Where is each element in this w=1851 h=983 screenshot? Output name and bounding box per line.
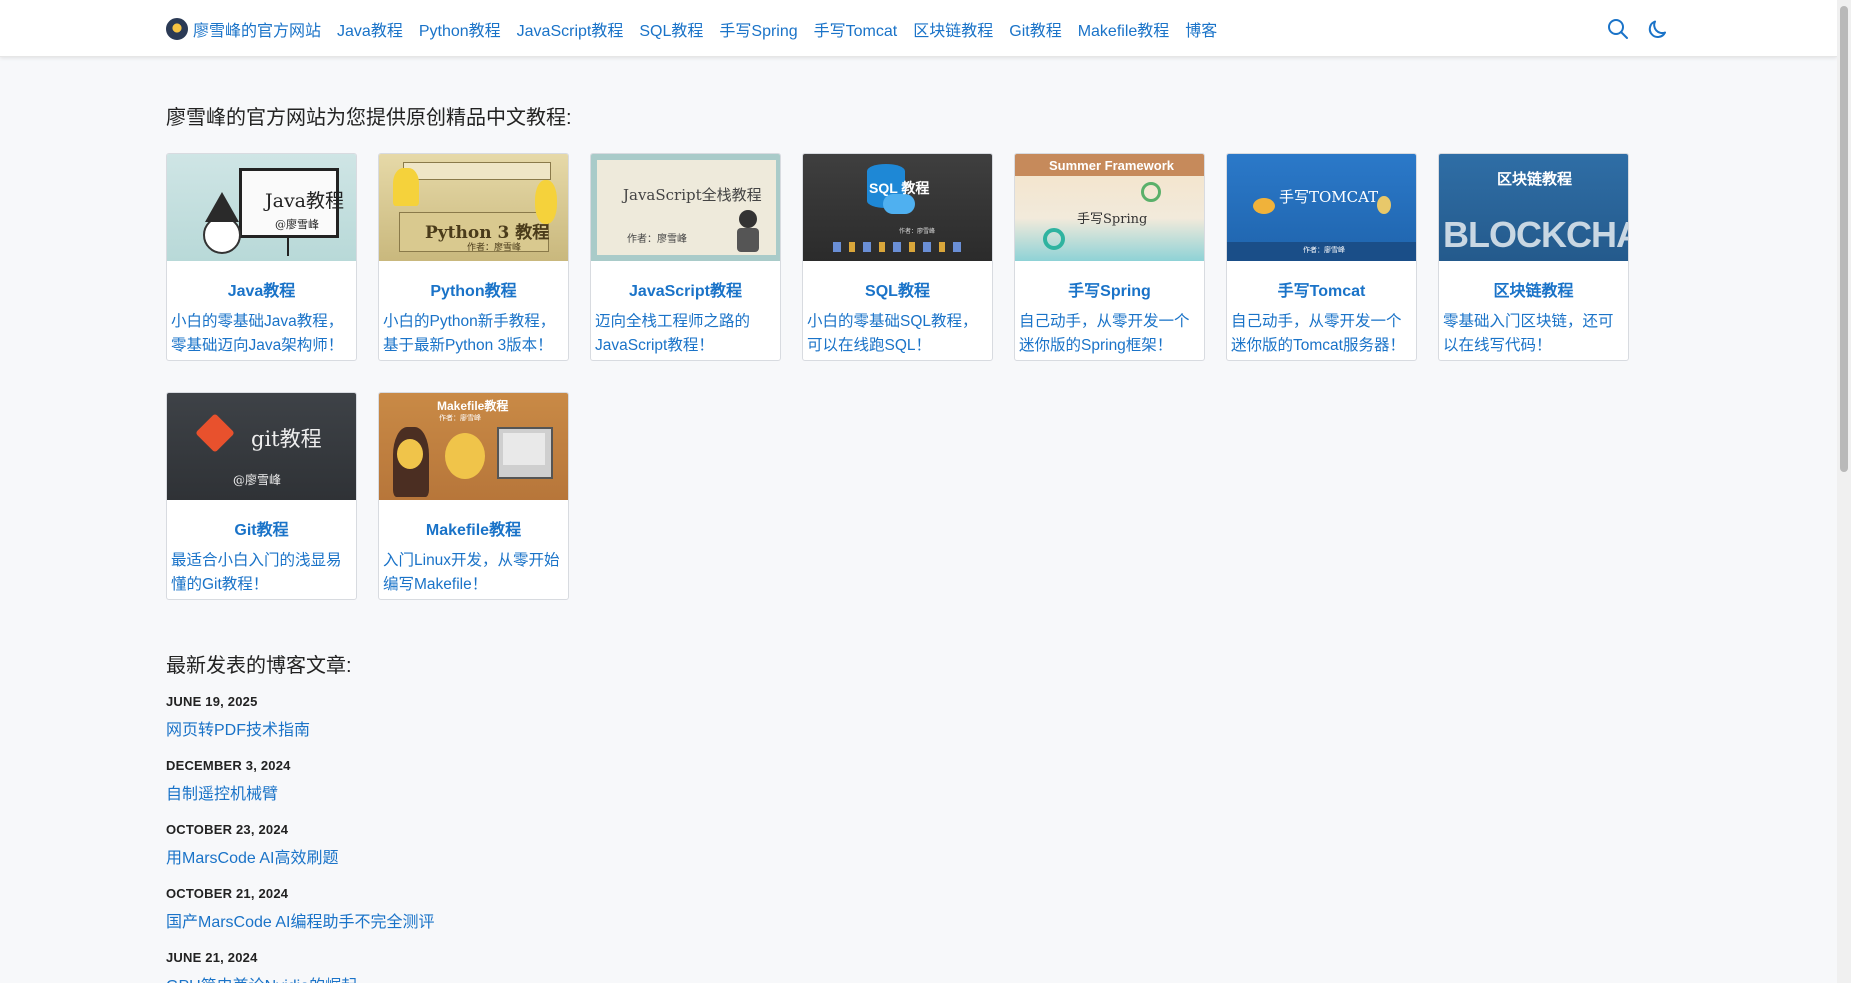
post-date: JUNE 19, 2025	[166, 694, 258, 709]
search-icon[interactable]	[1606, 17, 1630, 41]
course-desc: 自己动手，从零开发一个迷你版的Spring框架！	[1019, 313, 1190, 354]
course-image-makefile: Makefile教程 作者：廖雪峰	[379, 393, 568, 500]
course-title: Makefile教程	[425, 522, 522, 539]
nav-blockchain[interactable]: 区块链教程	[913, 17, 993, 41]
nav-javascript[interactable]: JavaScript教程	[517, 17, 624, 41]
moon-icon[interactable]	[1646, 17, 1670, 41]
post-link[interactable]: 自制遥控机械臂	[166, 780, 278, 804]
course-image-blockchain: 区块链教程 BLOCKCHAIN	[1439, 154, 1628, 261]
course-desc: 自己动手，从零开发一个迷你版的Tomcat服务器！	[1231, 313, 1405, 354]
scrollbar-thumb[interactable]	[1840, 6, 1848, 472]
intro-heading: 廖雪峰的官方网站为您提供原创精品中文教程:	[166, 107, 572, 129]
course-card-makefile[interactable]: Makefile教程 作者：廖雪峰 Makefile教程 入门Linux开发，从…	[378, 392, 569, 600]
course-card-blockchain[interactable]: 区块链教程 BLOCKCHAIN 区块链教程 零基础入门区块链，还可以在线写代码…	[1438, 153, 1629, 361]
post-link[interactable]: 网页转PDF技术指南	[166, 716, 310, 740]
course-image-sql: SQL 教程 作者：廖雪峰	[803, 154, 992, 261]
brand-name: 廖雪峰的官方网站	[193, 22, 322, 40]
course-image-java: Java教程 @廖雪峰	[167, 154, 356, 261]
post-link[interactable]: GPU简史兼论Nvidia的崛起	[166, 972, 357, 983]
course-card-tomcat[interactable]: 手写TOMCAT 作者：廖雪峰 手写Tomcat 自己动手，从零开发一个迷你版的…	[1226, 153, 1417, 361]
course-title: Java教程	[227, 283, 296, 300]
nav-tomcat[interactable]: 手写Tomcat	[814, 17, 898, 41]
course-desc: 迈向全栈工程师之路的JavaScript教程！	[595, 313, 751, 354]
site-logo	[166, 17, 188, 40]
nav-spring[interactable]: 手写Spring	[719, 17, 797, 41]
course-desc: 最适合小白入门的浅显易懂的Git教程！	[171, 552, 342, 593]
post-date: OCTOBER 21, 2024	[166, 886, 289, 901]
course-card-python[interactable]: Python 3 教程 作者：廖雪峰 Python教程 小白的Python新手教…	[378, 153, 569, 361]
course-card-javascript[interactable]: JavaScript全栈教程 作者：廖雪峰 JavaScript教程 迈向全栈工…	[590, 153, 781, 361]
nav-python[interactable]: Python教程	[419, 17, 501, 41]
course-card-spring[interactable]: Summer Framework 手写Spring 手写Spring 自己动手，…	[1014, 153, 1205, 361]
course-title: 区块链教程	[1493, 283, 1574, 300]
page-scrollbar[interactable]	[1837, 0, 1851, 983]
post-link[interactable]: 国产MarsCode AI编程助手不完全测评	[166, 908, 435, 932]
course-image-tomcat: 手写TOMCAT 作者：廖雪峰	[1227, 154, 1416, 261]
course-desc: 小白的零基础Java教程，零基础迈向Java架构师！	[171, 313, 344, 354]
course-desc: 零基础入门区块链，还可以在线写代码！	[1443, 313, 1614, 354]
post-link[interactable]: 用MarsCode AI高效刷题	[166, 844, 339, 868]
course-image-python: Python 3 教程 作者：廖雪峰	[379, 154, 568, 261]
post-date: OCTOBER 23, 2024	[166, 822, 289, 837]
course-desc: 小白的零基础SQL教程，可以在线跑SQL！	[807, 313, 978, 354]
nav-sql[interactable]: SQL教程	[639, 17, 703, 41]
course-image-javascript: JavaScript全栈教程 作者：廖雪峰	[591, 154, 780, 261]
nav-blog[interactable]: 博客	[1185, 17, 1217, 41]
course-card-java[interactable]: Java教程 @廖雪峰 Java教程 小白的零基础Java教程，零基础迈向Jav…	[166, 153, 357, 361]
course-desc: 入门Linux开发，从零开始编写Makefile！	[383, 552, 560, 593]
course-title: Git教程	[234, 522, 289, 539]
top-navbar: 廖雪峰的官方网站 Java教程 Python教程 JavaScript教程 SQ…	[0, 0, 1837, 57]
course-image-spring: Summer Framework 手写Spring	[1015, 154, 1204, 261]
course-card-git[interactable]: git教程 @廖雪峰 Git教程 最适合小白入门的浅显易懂的Git教程！	[166, 392, 357, 600]
course-desc: 小白的Python新手教程，基于最新Python 3版本！	[383, 313, 556, 354]
post-date: JUNE 21, 2024	[166, 950, 258, 965]
course-title: 手写Spring	[1068, 283, 1151, 300]
course-title: SQL教程	[865, 283, 930, 300]
course-title: 手写Tomcat	[1277, 283, 1366, 300]
brand-link[interactable]: 廖雪峰的官方网站	[166, 17, 321, 41]
nav-java[interactable]: Java教程	[337, 17, 403, 41]
post-date: DECEMBER 3, 2024	[166, 758, 291, 773]
course-image-git: git教程 @廖雪峰	[167, 393, 356, 500]
course-title: Python教程	[430, 283, 517, 300]
course-title: JavaScript教程	[629, 283, 742, 300]
nav-makefile[interactable]: Makefile教程	[1078, 17, 1170, 41]
blog-heading: 最新发表的博客文章:	[166, 655, 352, 677]
nav-menu: 廖雪峰的官方网站 Java教程 Python教程 JavaScript教程 SQ…	[166, 0, 1233, 57]
nav-git[interactable]: Git教程	[1009, 17, 1061, 41]
course-card-sql[interactable]: SQL 教程 作者：廖雪峰 SQL教程 小白的零基础SQL教程，可以在线跑SQL…	[802, 153, 993, 361]
